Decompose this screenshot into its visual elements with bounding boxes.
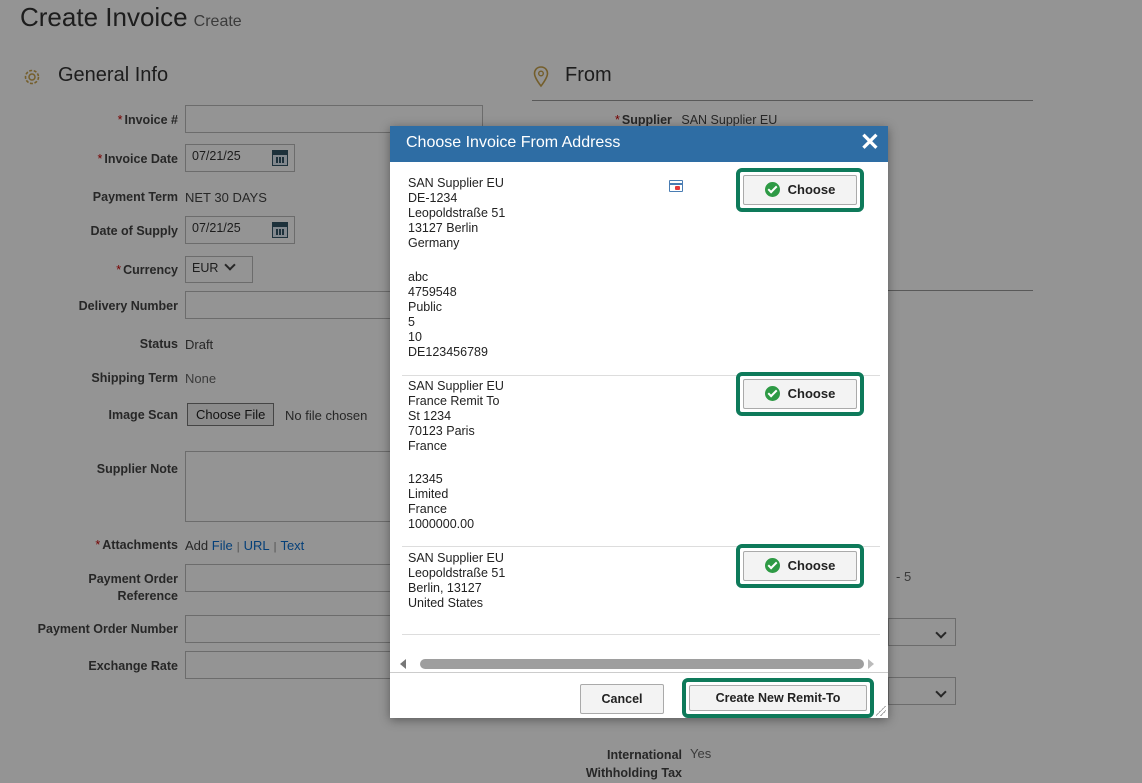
resize-handle[interactable] (876, 706, 886, 716)
dialog-header: Choose Invoice From Address ✕ (390, 126, 888, 162)
card-icon (669, 180, 683, 192)
horizontal-scrollbar[interactable] (396, 655, 882, 671)
check-circle-icon (764, 386, 780, 402)
check-circle-icon (764, 558, 780, 574)
choose-address-3-button[interactable]: Choose (743, 551, 857, 581)
scrollbar-thumb[interactable] (420, 659, 864, 669)
address-2-lines: SAN Supplier EU France Remit To St 1234 … (408, 379, 504, 453)
choose-address-dialog: Choose Invoice From Address ✕ SAN Suppli… (390, 126, 888, 718)
create-new-remit-to-button[interactable]: Create New Remit-To (689, 685, 867, 711)
address-1-details: abc 4759548 Public 5 10 DE123456789 (408, 270, 488, 359)
check-circle-icon (764, 182, 780, 198)
choose-highlight: Choose (736, 168, 864, 212)
address-divider (402, 634, 880, 635)
create-highlight: Create New Remit-To (682, 678, 874, 718)
scroll-left-arrow[interactable] (400, 659, 406, 669)
choose-highlight: Choose (736, 372, 864, 416)
choose-address-1-button[interactable]: Choose (743, 175, 857, 205)
dialog-footer-divider (390, 672, 888, 673)
close-icon[interactable]: ✕ (860, 130, 880, 156)
choose-highlight: Choose (736, 544, 864, 588)
scroll-right-arrow[interactable] (868, 659, 874, 669)
address-1-lines: SAN Supplier EU DE-1234 Leopoldstraße 51… (408, 176, 506, 250)
choose-address-2-button[interactable]: Choose (743, 379, 857, 409)
dialog-title: Choose Invoice From Address (406, 134, 621, 151)
cancel-button[interactable]: Cancel (580, 684, 664, 714)
address-3-lines: SAN Supplier EU Leopoldstraße 51 Berlin,… (408, 551, 506, 610)
address-2-details: 12345 Limited France 1000000.00 (408, 472, 475, 531)
